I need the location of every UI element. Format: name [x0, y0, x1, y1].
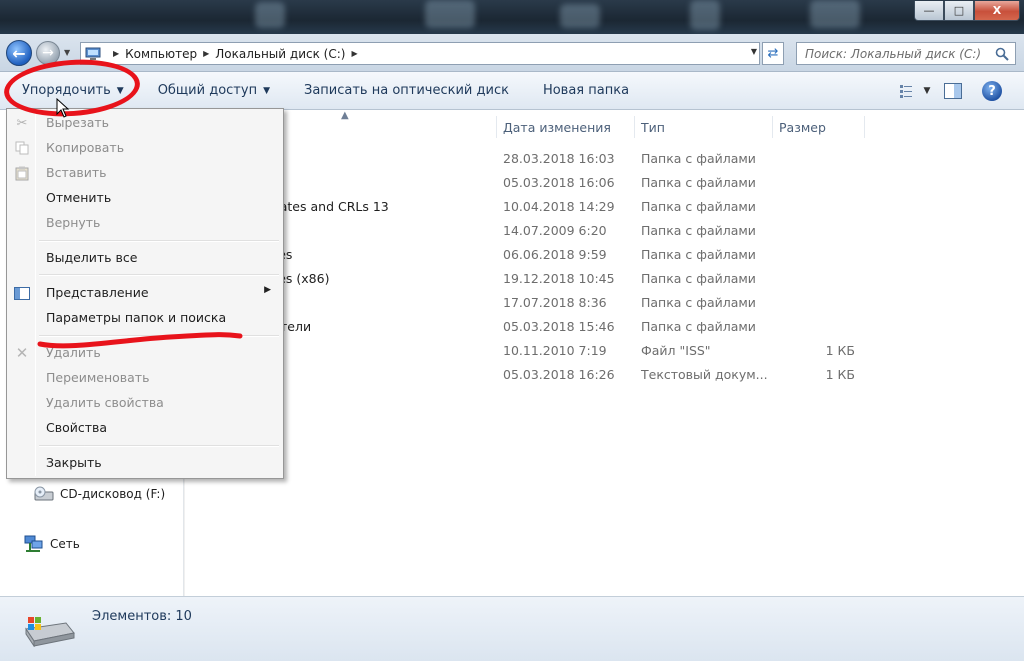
cd-drive-icon — [34, 486, 54, 501]
view-list-icon — [899, 85, 912, 98]
file-date: 05.03.2018 16:06 — [503, 175, 615, 190]
change-view-button[interactable]: ▼ — [898, 81, 932, 101]
new-folder-button[interactable]: Новая папка — [523, 72, 643, 110]
mouse-cursor-icon — [56, 98, 70, 118]
menu-item-label: Удалить свойства — [46, 395, 164, 410]
table-row[interactable]: Files (x86) 19.12.2018 10:45 Папка с фай… — [185, 267, 1024, 291]
hard-drive-icon — [25, 617, 75, 647]
menu-item-close[interactable]: Закрыть — [9, 451, 281, 475]
file-type: Файл "ISS" — [641, 343, 711, 358]
maximize-button[interactable]: □ — [944, 1, 974, 21]
file-date: 05.03.2018 15:46 — [503, 319, 615, 334]
file-type: Папка с файлами — [641, 175, 756, 190]
file-list: ▲ Дата изменения Тип Размер 28.03.2018 1… — [185, 110, 1024, 596]
column-header-type[interactable]: Тип — [635, 116, 773, 138]
file-date: 06.06.2018 9:59 — [503, 247, 607, 262]
help-button[interactable]: ? — [982, 81, 1002, 101]
menu-item-label: Свойства — [46, 420, 108, 435]
nav-item-label: CD-дисковод (F:) — [60, 487, 166, 501]
preview-pane-icon — [944, 83, 962, 99]
item-count: Элементов: 10 — [92, 609, 192, 624]
annotation-underline — [37, 332, 243, 349]
nav-item-network[interactable]: Сеть — [24, 535, 80, 553]
network-icon — [24, 535, 43, 552]
file-type: Папка с файлами — [641, 247, 756, 262]
window-controls: — □ X — [914, 1, 1020, 21]
minimize-button[interactable]: — — [914, 1, 944, 21]
file-date: 17.07.2018 8:36 — [503, 295, 607, 310]
file-date: 19.12.2018 10:45 — [503, 271, 615, 286]
table-row[interactable]: 05.03.2018 16:06 Папка с файлами — [185, 171, 1024, 195]
file-type: Папка с файлами — [641, 319, 756, 334]
status-bar: Элементов: 10 — [0, 596, 1024, 661]
menu-item-remove-properties[interactable]: Удалить свойства — [9, 391, 281, 415]
table-row[interactable]: t 05.03.2018 16:26 Текстовый докум... 1 … — [185, 363, 1024, 387]
file-type: Папка с файлами — [641, 223, 756, 238]
table-row[interactable]: 28.03.2018 16:03 Папка с файлами — [185, 147, 1024, 171]
file-date: 05.03.2018 16:26 — [503, 367, 615, 382]
chevron-down-icon: ▼ — [263, 85, 270, 96]
file-type: Папка с файлами — [641, 271, 756, 286]
submenu-arrow-icon: ▶ — [264, 285, 271, 295]
close-button[interactable]: X — [974, 1, 1020, 21]
nav-item-label: Сеть — [50, 537, 80, 551]
file-date: 14.07.2009 6:20 — [503, 223, 607, 238]
breadcrumb-arrow-icon[interactable]: ▶ — [351, 49, 357, 58]
menu-item-label: Переименовать — [46, 370, 150, 385]
file-size: 1 КБ — [825, 343, 855, 358]
table-row[interactable]: 10.11.2010 7:19 Файл "ISS" 1 КБ — [185, 339, 1024, 363]
search-icon[interactable] — [995, 47, 1009, 61]
file-type: Папка с файлами — [641, 295, 756, 310]
table-row[interactable]: ficates and CRLs 13 10.04.2018 14:29 Пап… — [185, 195, 1024, 219]
file-date: 10.11.2010 7:19 — [503, 343, 607, 358]
column-header-size[interactable]: Размер — [773, 116, 865, 138]
file-type: Папка с файлами — [641, 151, 756, 166]
column-header-date[interactable]: Дата изменения — [497, 116, 635, 138]
burn-button[interactable]: Записать на оптический диск — [284, 72, 523, 110]
file-size: 1 КБ — [825, 367, 855, 382]
search-box[interactable] — [796, 42, 1016, 65]
table-row[interactable]: s 17.07.2018 8:36 Папка с файлами — [185, 291, 1024, 315]
table-row[interactable]: 14.07.2009 6:20 Папка с файлами — [185, 219, 1024, 243]
table-row[interactable]: Files 06.06.2018 9:59 Папка с файлами — [185, 243, 1024, 267]
menu-item-label: Закрыть — [46, 455, 102, 470]
nav-item-cd-drive[interactable]: CD-дисковод (F:) — [34, 486, 165, 502]
file-date: 10.04.2018 14:29 — [503, 199, 615, 214]
menu-separator — [39, 445, 279, 447]
table-row[interactable]: ватели 05.03.2018 15:46 Папка с файлами — [185, 315, 1024, 339]
menu-item-properties[interactable]: Свойства — [9, 416, 281, 440]
refresh-icon: ⇄ — [767, 46, 779, 61]
menu-item-rename[interactable]: Переименовать — [9, 366, 281, 390]
file-type: Текстовый докум... — [641, 367, 768, 382]
search-input[interactable] — [805, 46, 985, 61]
file-date: 28.03.2018 16:03 — [503, 151, 615, 166]
chevron-down-icon[interactable]: ▼ — [751, 47, 757, 56]
file-type: Папка с файлами — [641, 199, 756, 214]
chevron-down-icon: ▼ — [923, 86, 931, 96]
preview-pane-button[interactable] — [940, 81, 966, 101]
refresh-button[interactable]: ⇄ — [762, 42, 784, 65]
